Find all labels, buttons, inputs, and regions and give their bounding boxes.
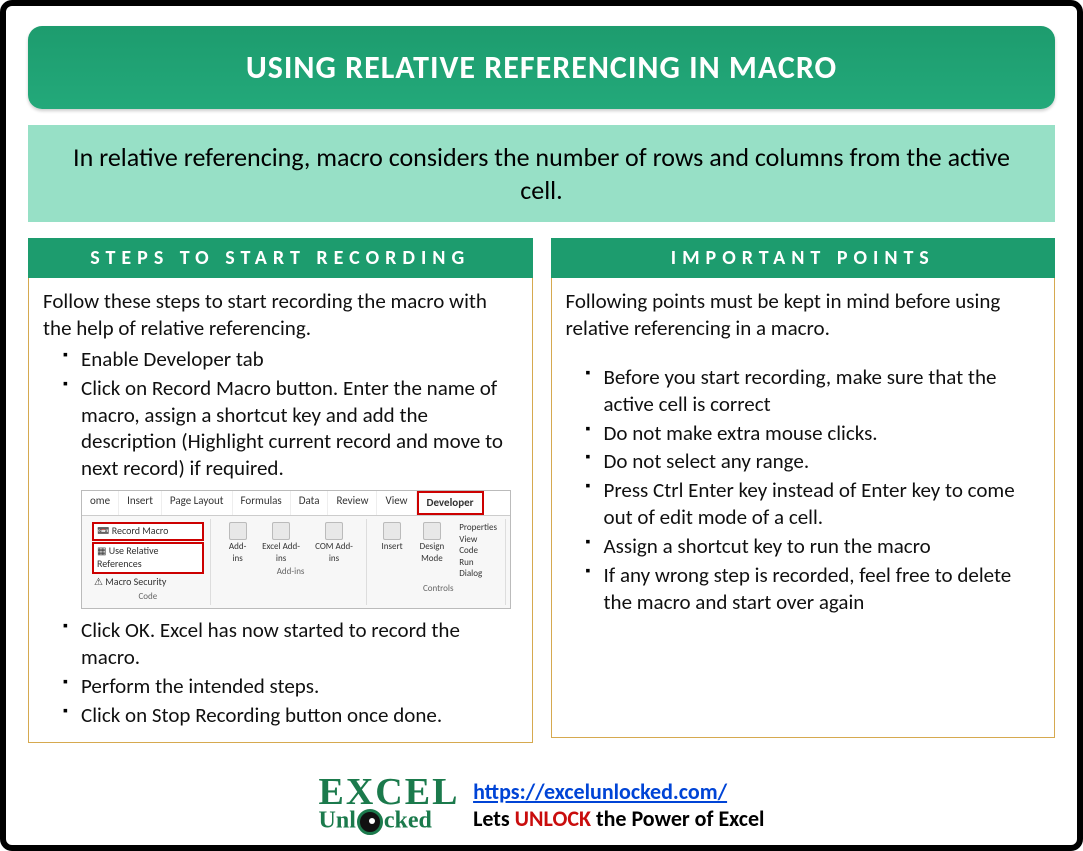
right-list: Before you start recording, make sure th… [566,364,1041,616]
footer-url[interactable]: https://excelunlocked.com/ [473,778,727,805]
left-list-post: Click OK. Excel has now started to recor… [43,617,518,729]
insert-icon [383,522,401,540]
run-dialog-item: Run Dialog [459,557,497,580]
design-icon [423,522,441,540]
ribbon-group-addins: Add-ins Excel Add-ins COM Add-ins Add-in… [215,519,368,605]
ribbon-tab: Formulas [233,491,291,515]
footer: EXCEL Unl cked https://excelunlocked.com/… [6,775,1077,835]
ribbon-tab-developer: Developer [417,491,484,515]
keyhole-icon [357,809,383,835]
left-lead: Follow these steps to start recording th… [43,288,518,342]
gear-icon [325,522,343,540]
view-code-item: View Code [459,534,497,557]
ribbon-tab: ome [82,491,119,515]
ribbon-group-controls: Insert Design Mode Properties View Code … [371,519,506,605]
list-item: Press Ctrl Enter key instead of Enter ke… [586,477,1041,531]
right-header: IMPORTANT POINTS [551,238,1056,278]
list-item: Assign a shortcut key to run the macro [586,533,1041,560]
logo-top-text: EXCEL [319,775,460,809]
left-list-pre: Enable Developer tab Click on Record Mac… [43,346,518,482]
group-label: Add-ins [277,566,305,578]
group-label: Controls [423,583,454,595]
group-label: Code [92,591,204,603]
left-body: Follow these steps to start recording th… [28,278,533,743]
list-item: Enable Developer tab [63,346,518,373]
excel-addins-button: Excel Add-ins [255,521,308,564]
properties-item: Properties [459,522,497,534]
insert-control-button: Insert [377,521,406,581]
ribbon-tab: View [377,491,416,515]
ribbon-tab: Data [291,491,329,515]
com-addins-button: COM Add-ins [308,521,361,564]
intro-text: In relative referencing, macro considers… [73,141,1010,206]
gear-icon [272,522,290,540]
addins-button: Add-ins [221,521,255,564]
logo-bot-pre: Unl [319,808,356,834]
footer-logo: EXCEL Unl cked [319,775,460,835]
list-item: Do not select any range. [586,448,1041,475]
ribbon-tab: Insert [119,491,162,515]
list-item: Before you start recording, make sure th… [586,364,1041,418]
list-item: If any wrong step is recorded, feel free… [586,562,1041,616]
page-title: USING RELATIVE REFERENCING IN MACRO [246,48,837,87]
macro-security: ⚠ Macro Security [92,575,204,590]
logo-bot-post: cked [384,808,432,834]
ribbon-group-code: 📼 Record Macro ▦ Use Relative References… [86,519,211,605]
columns: STEPS TO START RECORDING Follow these st… [28,238,1055,743]
title-banner: USING RELATIVE REFERENCING IN MACRO [28,26,1055,109]
gear-icon [229,522,247,540]
document-frame: USING RELATIVE REFERENCING IN MACRO In r… [0,0,1083,851]
design-mode-button: Design Mode [407,521,458,581]
footer-text: https://excelunlocked.com/ Lets UNLOCK t… [473,778,764,832]
list-item: Click on Stop Recording button once done… [63,702,518,729]
ribbon-tab: Page Layout [162,491,233,515]
left-column: STEPS TO START RECORDING Follow these st… [28,238,533,743]
intro-box: In relative referencing, macro considers… [28,125,1055,222]
right-body: Following points must be kept in mind be… [551,278,1056,738]
right-column: IMPORTANT POINTS Following points must b… [551,238,1056,743]
list-item: Perform the intended steps. [63,673,518,700]
excel-ribbon-screenshot: ome Insert Page Layout Formulas Data Rev… [81,490,511,609]
ribbon-body: 📼 Record Macro ▦ Use Relative References… [82,516,510,608]
use-relative-references-button: ▦ Use Relative References [92,542,204,574]
right-lead: Following points must be kept in mind be… [566,288,1041,342]
list-item: Click OK. Excel has now started to recor… [63,617,518,671]
list-item: Click on Record Macro button. Enter the … [63,375,518,483]
ribbon-tab: Review [328,491,377,515]
list-item: Do not make extra mouse clicks. [586,420,1041,447]
footer-tagline: Lets UNLOCK the Power of Excel [473,805,764,832]
record-macro-button: 📼 Record Macro [92,522,204,541]
left-header: STEPS TO START RECORDING [28,238,533,278]
ribbon-tabs: ome Insert Page Layout Formulas Data Rev… [82,491,510,516]
